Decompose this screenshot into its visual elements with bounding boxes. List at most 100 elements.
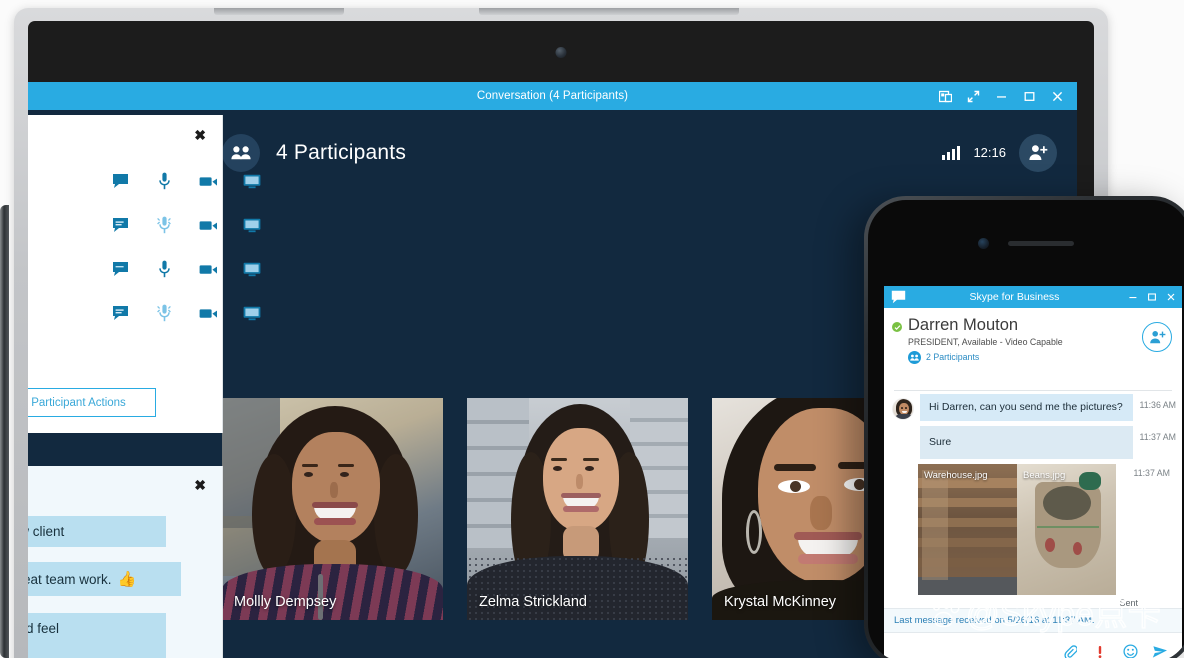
mic-muted-icon[interactable] [153, 214, 175, 236]
left-device-edge [0, 205, 9, 658]
participant-name: Zelma Strickland [479, 594, 587, 610]
minimize-button[interactable] [1123, 286, 1142, 308]
thumbs-up-icon: 👍 [117, 571, 137, 588]
phone-app-screen: Skype for Business Darren Mouton PRESIDE… [884, 286, 1182, 658]
phone-skype-titlebar: Skype for Business [884, 286, 1182, 308]
message-time: 11:37 AM [1133, 468, 1170, 479]
add-participant-button[interactable] [1019, 133, 1057, 172]
phone-speaker-grille [1008, 241, 1074, 246]
chat-icon[interactable] [109, 302, 131, 324]
contact-subtitle: PRESIDENT, Available - Video Capable [908, 336, 1063, 347]
screenshot-root: Conversation (4 Participants) 4 Particip… [0, 0, 1184, 658]
close-button[interactable] [1161, 286, 1180, 308]
emoji-icon[interactable] [1122, 644, 1138, 658]
expand-icon[interactable] [959, 82, 987, 110]
chat-panel: ✖ e new client as great team work. 👍 [28, 466, 223, 658]
chat-icon[interactable] [109, 258, 131, 280]
video-tile-grid: Mollly Dempsey Zelma Strickland Krystal … [222, 398, 933, 620]
chat-bubble: e new client [28, 516, 166, 547]
screenshare-icon[interactable] [241, 302, 263, 324]
laptop-hinge-right [479, 8, 739, 15]
video-icon[interactable] [197, 214, 219, 236]
chat-message-text: e new client [28, 524, 65, 539]
message-time: 11:36 AM [1139, 400, 1176, 410]
participant-action-icon-grid [109, 170, 263, 324]
skype-titlebar: Conversation (4 Participants) [28, 82, 1077, 110]
chat-bubble: ok and feel [28, 613, 166, 658]
participants-count: 2 Participants [926, 352, 980, 363]
attachment-thumbnail[interactable]: Beans.jpg [1017, 464, 1116, 596]
phone-participants-row[interactable]: 2 Participants [908, 350, 1170, 364]
chat-message: as great team work. 👍 [28, 562, 181, 596]
contact-name: Darren Mouton [908, 316, 1019, 334]
phone-screen-bezel: Skype for Business Darren Mouton PRESIDE… [868, 200, 1184, 658]
last-message-banner: Last message received on 5/26/16 at 11:3… [884, 608, 1182, 632]
skype-logo-icon [890, 289, 906, 305]
laptop-webcam-icon [555, 47, 567, 58]
participant-actions-button[interactable]: Participant Actions [28, 388, 156, 417]
message-compose-bar [884, 632, 1182, 658]
priority-icon[interactable] [1092, 644, 1108, 658]
message-attachments: Warehouse.jpg Beans.jpg 11:37 AM [918, 464, 1176, 596]
window-title: Conversation (4 Participants) [476, 90, 629, 102]
chat-icon[interactable] [109, 214, 131, 236]
close-button[interactable] [1043, 82, 1071, 110]
phone-window-controls [1123, 286, 1180, 308]
message-time: 11:37 AM [1139, 432, 1176, 443]
chat-message-text: as great team work. [28, 571, 112, 587]
video-tile[interactable]: Zelma Strickland [467, 398, 688, 620]
chat-message: e new client [28, 516, 166, 547]
phone-contact-header: Darren Mouton PRESIDENT, Available - Vid… [884, 308, 1182, 370]
mic-muted-icon[interactable] [153, 302, 175, 324]
presence-available-icon [892, 322, 902, 332]
laptop-hinge-left [214, 8, 344, 15]
maximize-button[interactable] [1142, 286, 1161, 308]
attach-icon[interactable] [1062, 644, 1078, 658]
phone-camera-icon [978, 238, 989, 249]
participant-video-feed [467, 398, 688, 620]
screenshare-icon[interactable] [241, 258, 263, 280]
participant-actions-panel: ✖ Participant Actions [28, 115, 261, 433]
avatar [892, 398, 914, 420]
minimize-button[interactable] [987, 82, 1015, 110]
screenshare-icon[interactable] [241, 170, 263, 192]
divider [894, 390, 1172, 391]
attachment-filename: Beans.jpg [1023, 470, 1066, 482]
close-icon[interactable]: ✖ [194, 477, 206, 494]
add-participant-button[interactable] [1142, 322, 1172, 352]
message-outgoing: Sure 11:37 AM [884, 426, 1182, 460]
participants-group-icon [908, 350, 921, 364]
participant-name: Mollly Dempsey [234, 594, 337, 610]
video-tile[interactable]: Mollly Dempsey [222, 398, 443, 620]
close-icon[interactable]: ✖ [194, 127, 206, 144]
participants-group-icon [222, 133, 260, 172]
window-controls [931, 82, 1071, 110]
page-title: 4 Participants [276, 140, 407, 164]
mic-icon[interactable] [153, 170, 175, 192]
video-icon[interactable] [197, 170, 219, 192]
mic-icon[interactable] [153, 258, 175, 280]
popout-icon[interactable] [931, 82, 959, 110]
message-bubble: Hi Darren, can you send me the pictures? [920, 394, 1134, 422]
chat-icon[interactable] [109, 170, 131, 192]
phone-window-title: Skype for Business [969, 291, 1060, 303]
video-icon[interactable] [197, 258, 219, 280]
conversation-header-right: 12:16 [942, 133, 1057, 172]
chat-bubble: as great team work. 👍 [28, 562, 181, 596]
phone-message-list: Hi Darren, can you send me the pictures?… [884, 394, 1182, 608]
participant-name: Krystal McKinney [724, 594, 837, 610]
message-status: Sent [1119, 598, 1138, 609]
message-incoming: Hi Darren, can you send me the pictures?… [884, 394, 1182, 422]
message-bubble: Sure [920, 426, 1134, 460]
phone-device: Skype for Business Darren Mouton PRESIDE… [864, 196, 1184, 658]
signal-strength-icon [942, 145, 961, 160]
maximize-button[interactable] [1015, 82, 1043, 110]
screenshare-icon[interactable] [241, 214, 263, 236]
send-icon[interactable] [1152, 644, 1168, 658]
chat-message: ok and feel [28, 613, 166, 658]
attachment-thumbnail[interactable]: Warehouse.jpg [918, 464, 1017, 596]
call-timer: 12:16 [973, 145, 1006, 160]
video-icon[interactable] [197, 302, 219, 324]
participant-video-feed [222, 398, 443, 620]
attachment-filename: Warehouse.jpg [924, 470, 988, 482]
